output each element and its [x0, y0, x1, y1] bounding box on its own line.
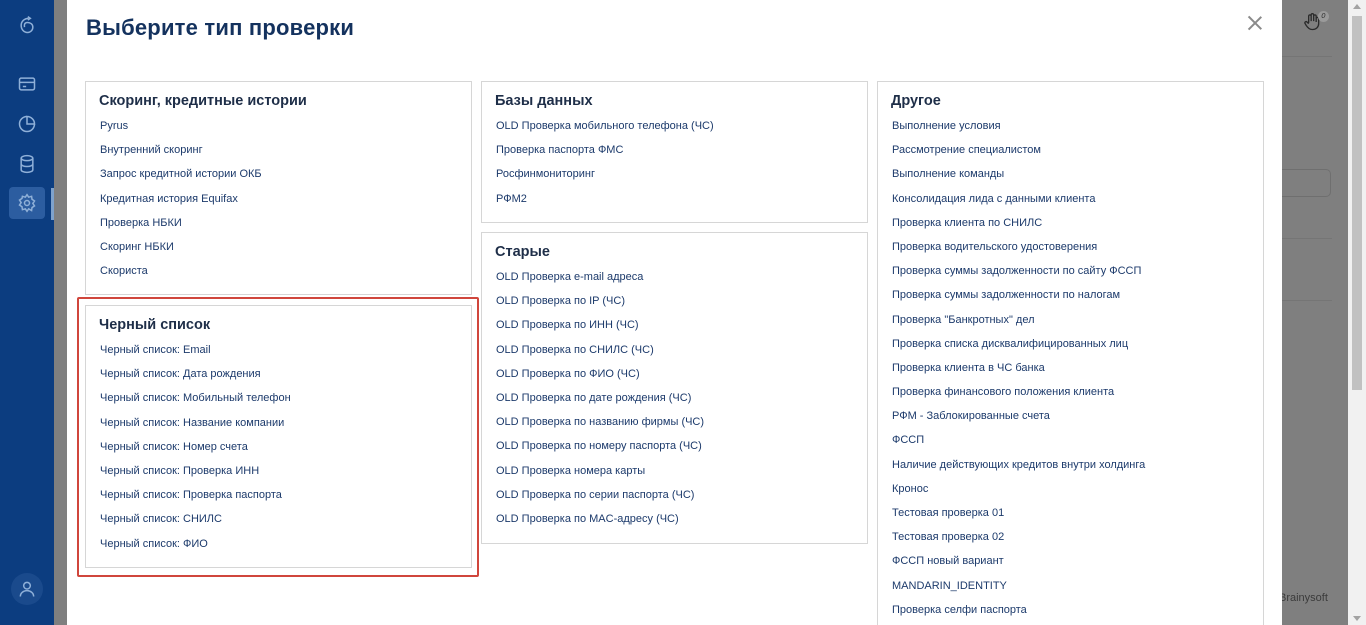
user-icon: [19, 581, 35, 597]
background-field: [1282, 169, 1331, 197]
check-type-link[interactable]: OLD Проверка e-mail адреса: [496, 270, 704, 294]
check-type-link[interactable]: MANDARIN_IDENTITY: [892, 579, 1145, 603]
check-type-link[interactable]: Проверка клиента в ЧС банка: [892, 361, 1145, 385]
check-type-link[interactable]: Выполнение условия: [892, 119, 1145, 143]
check-type-link[interactable]: Проверка селфи паспорта: [892, 603, 1145, 625]
scroll-thumb[interactable]: [1352, 16, 1362, 390]
card-other: Другое Выполнение условия Рассмотрение сп…: [877, 81, 1264, 625]
check-type-link[interactable]: Проверка списка дисквалифицированных лиц: [892, 337, 1145, 361]
card-old: Старые OLD Проверка e-mail адреса OLD Про…: [481, 232, 868, 544]
check-type-link[interactable]: Выполнение команды: [892, 167, 1145, 191]
check-type-link[interactable]: Проверка "Банкротных" дел: [892, 313, 1145, 337]
check-list: Выполнение условия Рассмотрение специалис…: [892, 119, 1145, 625]
check-type-link[interactable]: OLD Проверка номера карты: [496, 464, 704, 488]
check-type-link[interactable]: Рассмотрение специалистом: [892, 143, 1145, 167]
check-type-link[interactable]: Наличие действующих кредитов внутри холд…: [892, 458, 1145, 482]
check-type-link[interactable]: Скоринг НБКИ: [100, 240, 262, 264]
check-type-link[interactable]: Проверка водительского удостоверения: [892, 240, 1145, 264]
card-title: Скоринг, кредитные истории: [99, 93, 307, 109]
check-type-link[interactable]: Запрос кредитной истории ОКБ: [100, 167, 262, 191]
check-type-link[interactable]: ФССП новый вариант: [892, 554, 1145, 578]
scroll-up-arrow-icon[interactable]: [1353, 4, 1361, 9]
notification-badge: 0: [1318, 11, 1329, 22]
check-type-link[interactable]: Проверка НБКИ: [100, 216, 262, 240]
sidebar: [0, 0, 54, 625]
modal-title: Выберите тип проверки: [86, 15, 355, 40]
check-type-link[interactable]: ФССП: [892, 433, 1145, 457]
check-type-link[interactable]: Консолидация лида с данными клиента: [892, 192, 1145, 216]
check-list: OLD Проверка мобильного телефона (ЧС) Про…: [496, 119, 714, 216]
check-type-link[interactable]: OLD Проверка мобильного телефона (ЧС): [496, 119, 714, 143]
check-type-link[interactable]: РФМ2: [496, 192, 714, 216]
check-type-link[interactable]: Кронос: [892, 482, 1145, 506]
card-title: Базы данных: [495, 93, 593, 109]
check-type-link[interactable]: Тестовая проверка 01: [892, 506, 1145, 530]
check-type-link[interactable]: OLD Проверка по названию фирмы (ЧС): [496, 415, 704, 439]
card-databases: Базы данных OLD Проверка мобильного теле…: [481, 81, 868, 223]
check-type-link[interactable]: OLD Проверка по номеру паспорта (ЧС): [496, 439, 704, 463]
user-avatar[interactable]: [11, 573, 43, 605]
check-type-link[interactable]: OLD Проверка по ИНН (ЧС): [496, 318, 704, 342]
check-type-link[interactable]: Проверка финансового положения клиента: [892, 385, 1145, 409]
brand-label: Brainysoft: [1279, 592, 1328, 604]
card-title: Старые: [495, 244, 550, 260]
check-type-link[interactable]: РФМ - Заблокированные счета: [892, 409, 1145, 433]
divider: [1282, 56, 1332, 57]
check-type-link[interactable]: Pyrus: [100, 119, 262, 143]
highlight-box: [77, 297, 479, 577]
check-type-link[interactable]: Росфинмониторинг: [496, 167, 714, 191]
check-type-link[interactable]: OLD Проверка по серии паспорта (ЧС): [496, 488, 704, 512]
check-type-link[interactable]: OLD Проверка по IP (ЧС): [496, 294, 704, 318]
database-icon[interactable]: [11, 148, 43, 180]
check-type-link[interactable]: OLD Проверка по ФИО (ЧС): [496, 367, 704, 391]
logo-icon[interactable]: [11, 9, 43, 41]
card-title: Другое: [891, 93, 941, 109]
check-type-link[interactable]: Проверка паспорта ФМС: [496, 143, 714, 167]
settings-icon[interactable]: [9, 187, 45, 219]
card-scoring: Скоринг, кредитные истории Pyrus Внутренн…: [85, 81, 472, 295]
divider: [1282, 238, 1332, 239]
page-scrollbar[interactable]: [1348, 0, 1366, 625]
check-type-link[interactable]: Проверка суммы задолженности по налогам: [892, 288, 1145, 312]
check-type-link[interactable]: Внутренний скоринг: [100, 143, 262, 167]
check-list: OLD Проверка e-mail адреса OLD Проверка п…: [496, 270, 704, 536]
check-type-link[interactable]: Скориста: [100, 264, 262, 288]
check-type-link[interactable]: Тестовая проверка 02: [892, 530, 1145, 554]
check-type-link[interactable]: Кредитная история Equifax: [100, 192, 262, 216]
check-type-link[interactable]: OLD Проверка по СНИЛС (ЧС): [496, 343, 704, 367]
check-list: Pyrus Внутренний скоринг Запрос кредитной …: [100, 119, 262, 288]
card-icon[interactable]: [11, 68, 43, 100]
check-type-link[interactable]: Проверка клиента по СНИЛС: [892, 216, 1145, 240]
check-type-link[interactable]: OLD Проверка по MAC-адресу (ЧС): [496, 512, 704, 536]
pie-chart-icon[interactable]: [11, 108, 43, 140]
scroll-down-arrow-icon[interactable]: [1353, 616, 1361, 621]
check-type-link[interactable]: Проверка суммы задолженности по сайту ФС…: [892, 264, 1145, 288]
check-type-link[interactable]: OLD Проверка по дате рождения (ЧС): [496, 391, 704, 415]
divider: [1282, 300, 1332, 301]
close-icon[interactable]: [1248, 16, 1262, 30]
